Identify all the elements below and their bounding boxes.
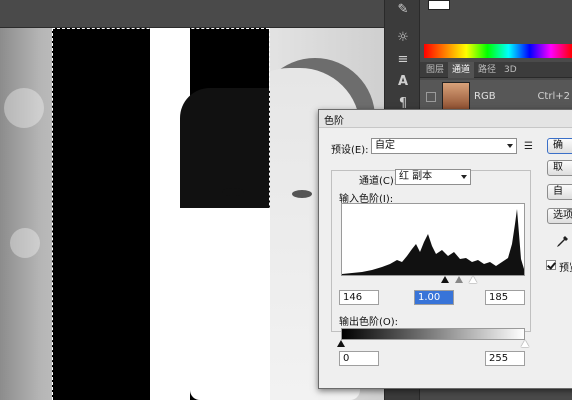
dialog-title: 色阶 [324, 116, 344, 127]
bokeh-spot [10, 228, 40, 258]
input-black-field[interactable]: 146 [339, 290, 379, 305]
input-levels-slider[interactable] [341, 276, 525, 284]
selection-marquee-top [52, 28, 269, 29]
ok-button[interactable]: 确 [547, 138, 572, 154]
preview-checkbox[interactable] [546, 260, 556, 270]
options-button[interactable]: 选项 [547, 208, 572, 224]
output-levels-slider[interactable] [337, 340, 529, 348]
channel-name: RGB [474, 91, 496, 102]
layers-icon[interactable]: ≡ [394, 52, 412, 68]
input-black-handle[interactable] [441, 276, 449, 283]
output-white-field[interactable]: 255 [485, 351, 525, 366]
output-black-handle[interactable] [337, 340, 345, 347]
tab-3d[interactable]: 3D [500, 62, 521, 78]
input-white-handle[interactable] [469, 276, 477, 283]
tab-channels[interactable]: 通道 [448, 62, 475, 78]
preset-value: 自定 [375, 140, 395, 151]
adjustment-icon[interactable]: ☼ [394, 30, 412, 46]
color-panel [420, 0, 572, 60]
chevron-down-icon [507, 144, 513, 148]
preset-label: 预设(E): [331, 145, 369, 156]
channel-thumbnail [442, 82, 470, 112]
output-white-handle[interactable] [521, 340, 529, 347]
selection-marquee-right [269, 28, 270, 400]
color-spectrum[interactable] [424, 44, 572, 58]
output-levels-label: 输出色阶(O): [339, 317, 399, 328]
visibility-toggle[interactable] [426, 92, 436, 102]
input-gamma-handle[interactable] [455, 276, 463, 283]
output-gradient-bar [341, 328, 525, 340]
photoshop-window: ✎ ☼ ≡ A ¶ 图层 通道 路径 3D RGB Ctrl+2 色阶 预设(E… [0, 0, 572, 400]
auto-button[interactable]: 自 [547, 184, 572, 200]
levels-dialog: 色阶 预设(E): 自定 ☰ 通道(C): 红 副本 输入色阶(I): 146 … [318, 109, 572, 389]
panel-tabs: 图层 通道 路径 3D [420, 62, 572, 78]
bokeh-spot [4, 88, 44, 128]
hair-highlight [150, 28, 190, 400]
input-gamma-field[interactable]: 1.00 [414, 290, 454, 305]
preview-label: 预览 [559, 263, 572, 274]
channel-shortcut: Ctrl+2 [537, 91, 570, 102]
dialog-title-bar[interactable]: 色阶 [319, 110, 572, 128]
cancel-button[interactable]: 取 [547, 160, 572, 176]
selection-marquee-left [52, 28, 53, 400]
eye-right [292, 190, 312, 198]
brush-icon[interactable]: ✎ [394, 2, 412, 18]
output-black-field[interactable]: 0 [339, 351, 379, 366]
channel-dropdown[interactable]: 红 副本 [395, 169, 471, 185]
channel-label: 通道(C): [359, 176, 398, 187]
eyedropper-icon[interactable] [555, 235, 569, 249]
canvas-top-bar [0, 0, 384, 28]
tab-layers[interactable]: 图层 [422, 62, 448, 78]
eye-left [222, 188, 244, 196]
tab-paths[interactable]: 路径 [474, 62, 500, 78]
histogram-graph [342, 209, 524, 275]
chevron-down-icon [461, 175, 467, 179]
histogram [341, 203, 525, 276]
foreground-color-swatch[interactable] [428, 0, 450, 10]
type-icon[interactable]: A [394, 74, 412, 90]
preset-dropdown[interactable]: 自定 [371, 138, 517, 154]
channel-value: 红 副本 [399, 171, 433, 182]
preset-options-icon[interactable]: ☰ [524, 141, 536, 153]
input-white-field[interactable]: 185 [485, 290, 525, 305]
